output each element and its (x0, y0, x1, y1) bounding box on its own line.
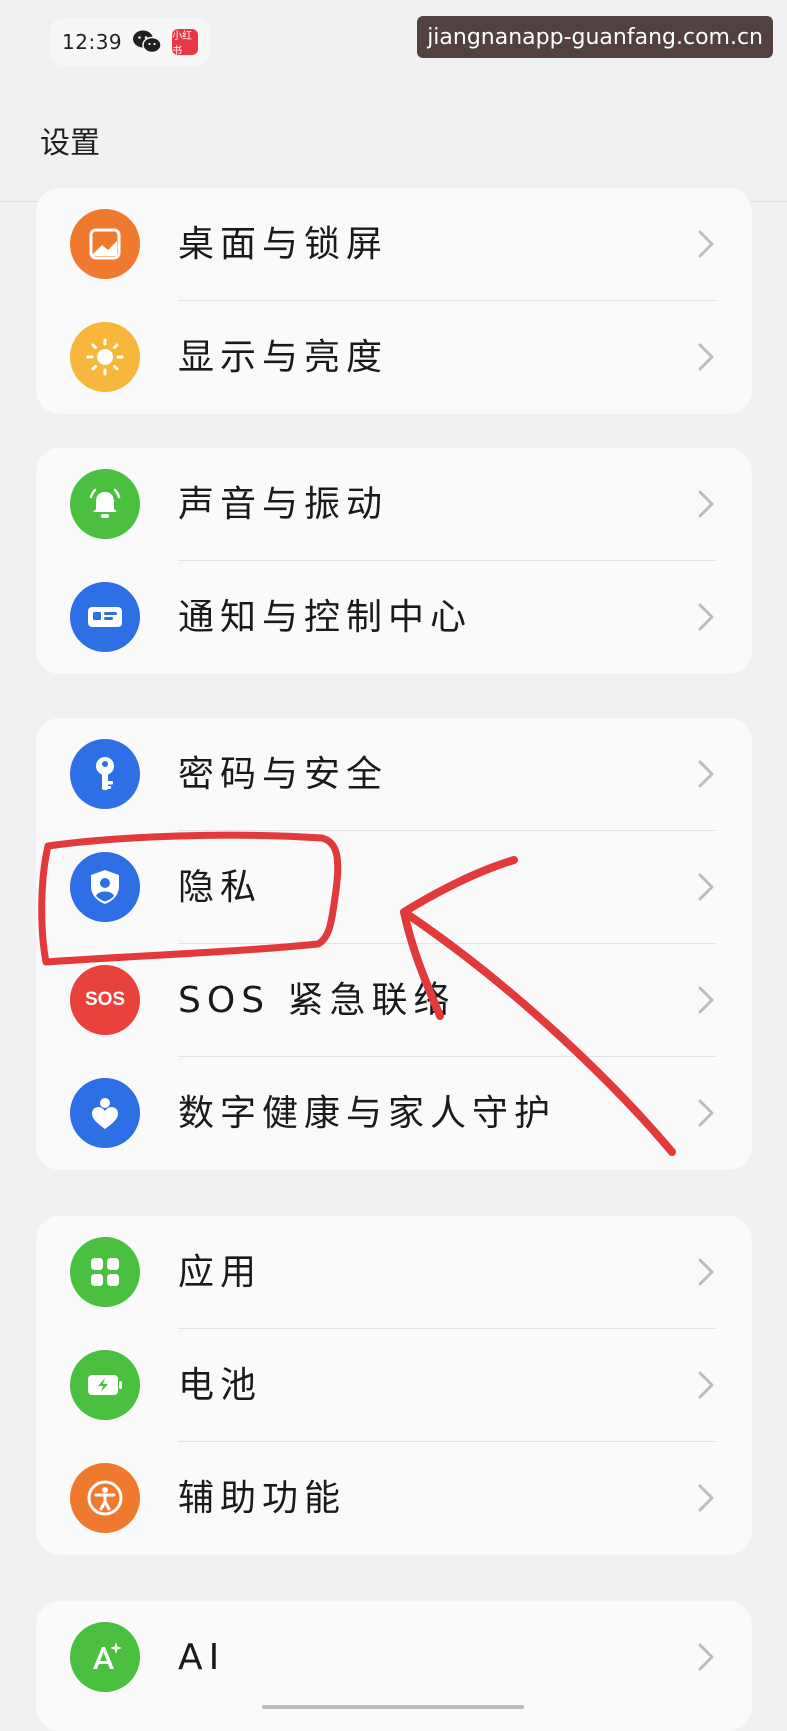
settings-item-sound-vibration[interactable]: 声音与振动 (36, 448, 752, 561)
settings-item-label: SOS 紧急联络 (178, 980, 456, 1021)
settings-group-ai: AI (36, 1601, 752, 1731)
chevron-right-icon (698, 760, 714, 788)
settings-item-notification-control-center[interactable]: 通知与控制中心 (36, 561, 752, 674)
page-title: 设置 (40, 126, 100, 161)
watermark: jiangnanapp-guanfang.com.cn (417, 16, 773, 58)
chevron-right-icon (698, 1099, 714, 1127)
settings-item-label: 数字健康与家人守护 (178, 1093, 557, 1134)
wechat-icon (132, 29, 162, 55)
chevron-right-icon (698, 1258, 714, 1286)
status-time: 12:39 (62, 30, 123, 54)
settings-item-digital-wellbeing[interactable]: 数字健康与家人守护 (36, 1057, 752, 1170)
apps-grid-icon (70, 1237, 140, 1307)
settings-item-label: 辅助功能 (178, 1478, 347, 1519)
sos-icon: SOS (70, 965, 140, 1035)
settings-item-label: 通知与控制中心 (178, 597, 473, 638)
settings-item-privacy[interactable]: 隐私 (36, 831, 752, 944)
settings-item-password-security[interactable]: 密码与安全 (36, 718, 752, 831)
chevron-right-icon (698, 1643, 714, 1671)
settings-item-battery[interactable]: 电池 (36, 1329, 752, 1442)
battery-icon (70, 1350, 140, 1420)
shield-user-icon (70, 852, 140, 922)
accessibility-icon (70, 1463, 140, 1533)
ai-sparkle-icon (70, 1622, 140, 1692)
heart-person-icon (70, 1078, 140, 1148)
chevron-right-icon (698, 873, 714, 901)
settings-item-label: 隐私 (178, 867, 263, 908)
settings-item-desktop-lockscreen[interactable]: 桌面与锁屏 (36, 188, 752, 301)
settings-item-apps[interactable]: 应用 (36, 1216, 752, 1329)
sos-icon-text: SOS (84, 989, 126, 1010)
settings-item-label: 应用 (178, 1252, 263, 1293)
bell-icon (70, 469, 140, 539)
settings-item-label: 电池 (178, 1365, 263, 1406)
key-icon (70, 739, 140, 809)
settings-item-ai[interactable]: AI (36, 1601, 752, 1714)
chevron-right-icon (698, 1484, 714, 1512)
settings-item-sos-emergency[interactable]: SOS SOS 紧急联络 (36, 944, 752, 1057)
settings-group-display: 桌面与锁屏 显示与亮度 (36, 188, 752, 414)
settings-group-apps-battery: 应用 电池 辅助功能 (36, 1216, 752, 1555)
chevron-right-icon (698, 986, 714, 1014)
chevron-right-icon (698, 490, 714, 518)
chevron-right-icon (698, 230, 714, 258)
settings-group-sound-notification: 声音与振动 通知与控制中心 (36, 448, 752, 674)
settings-item-label: AI (178, 1637, 226, 1678)
settings-item-display-brightness[interactable]: 显示与亮度 (36, 301, 752, 414)
chevron-right-icon (698, 1371, 714, 1399)
xiaohongshu-icon: 小红书 (172, 29, 199, 57)
wallpaper-icon (70, 209, 140, 279)
settings-item-label: 桌面与锁屏 (178, 224, 389, 265)
settings-item-label: 密码与安全 (178, 754, 389, 795)
settings-group-security-privacy: 密码与安全 隐私 SOS SOS 紧急联络 数字健康与家人守护 (36, 718, 752, 1170)
notification-card-icon (70, 582, 140, 652)
home-indicator[interactable] (262, 1705, 524, 1709)
settings-item-label: 显示与亮度 (178, 337, 389, 378)
settings-item-accessibility[interactable]: 辅助功能 (36, 1442, 752, 1555)
status-bar: 12:39 小红书 jiangnanapp-guanfang.com.cn (0, 0, 787, 96)
chevron-right-icon (698, 343, 714, 371)
settings-item-label: 声音与振动 (178, 484, 389, 525)
sun-icon (70, 322, 140, 392)
status-pill: 12:39 小红书 (50, 18, 211, 66)
chevron-right-icon (698, 603, 714, 631)
